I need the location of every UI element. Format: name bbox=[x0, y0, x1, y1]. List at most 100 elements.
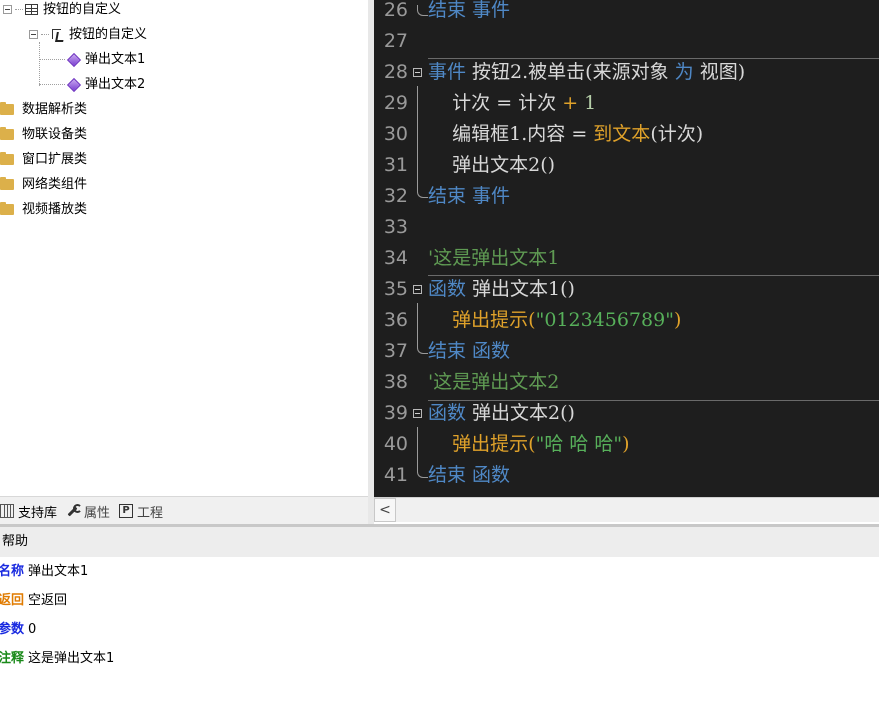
collapse-toggle-icon[interactable] bbox=[29, 30, 38, 39]
code-line[interactable]: 39 函数 弹出文本2() bbox=[374, 398, 879, 429]
tab-label: 工程 bbox=[137, 505, 164, 521]
project-icon: P bbox=[119, 504, 134, 518]
code-text: '这是弹出文本1 bbox=[428, 243, 559, 274]
help-pane: 帮助 名称 弹出文本1 返回 空返回 参数 0 注释 这是弹出文本1 bbox=[0, 524, 879, 725]
code-line[interactable]: 31 弹出文本2() bbox=[374, 150, 879, 181]
code-token: 弹出文本2() bbox=[428, 154, 556, 176]
line-number: 41 bbox=[383, 464, 408, 486]
line-number: 34 bbox=[383, 247, 408, 269]
support-library-tree: 按钮的自定义 按钮的自定义 弹出文本1 弹出文本2 数据解析类 物联设备类 窗口… bbox=[0, 0, 368, 496]
code-token: 结束 函数 bbox=[428, 464, 511, 486]
help-key: 名称 bbox=[0, 564, 25, 579]
code-token: 按钮2.被单击(来源对象 bbox=[472, 61, 675, 83]
code-token: 结束 事件 bbox=[428, 185, 511, 207]
tree-connector bbox=[39, 59, 65, 60]
code-line[interactable]: 35 函数 弹出文本1() bbox=[374, 274, 879, 305]
tree-leaf-popup-text-1[interactable]: 弹出文本1 bbox=[39, 47, 145, 72]
tree-connector bbox=[41, 34, 49, 35]
code-text: 弹出提示("0123456789") bbox=[428, 305, 681, 336]
folder-label: 网络类组件 bbox=[22, 177, 88, 192]
code-token: "哈 哈 哈" bbox=[535, 433, 623, 455]
code-token: + bbox=[562, 92, 579, 114]
tab-project[interactable]: P 工程 bbox=[119, 499, 172, 523]
tree-leaf-label: 弹出文本2 bbox=[85, 77, 146, 92]
code-line[interactable]: 27 bbox=[374, 26, 879, 57]
code-token: 事件 bbox=[428, 61, 473, 83]
scroll-left-button[interactable]: < bbox=[374, 498, 396, 522]
collapse-toggle-icon[interactable] bbox=[3, 5, 12, 14]
code-text: 函数 弹出文本1() bbox=[428, 274, 575, 305]
line-number: 26 bbox=[383, 0, 408, 21]
line-number: 40 bbox=[383, 433, 408, 455]
fold-toggle-icon[interactable] bbox=[413, 68, 422, 77]
line-number: 32 bbox=[383, 185, 408, 207]
code-line[interactable]: 34 '这是弹出文本1 bbox=[374, 243, 879, 274]
horizontal-scrollbar[interactable]: < bbox=[374, 497, 879, 522]
fold-toggle-icon[interactable] bbox=[413, 285, 422, 294]
help-row-params: 参数 0 bbox=[0, 615, 879, 644]
code-text: 事件 按钮2.被单击(来源对象 为 视图) bbox=[428, 57, 745, 88]
tree-node-root[interactable]: 按钮的自定义 bbox=[3, 0, 121, 22]
tree-folder-window-extensions[interactable]: 窗口扩展类 bbox=[0, 147, 87, 172]
folder-icon bbox=[0, 102, 14, 115]
code-line[interactable]: 41 结束 函数 bbox=[374, 460, 879, 491]
button-icon bbox=[51, 28, 64, 41]
help-value: 这是弹出文本1 bbox=[28, 651, 115, 666]
help-row-comment: 注释 这是弹出文本1 bbox=[0, 644, 879, 673]
tree-folder-iot-devices[interactable]: 物联设备类 bbox=[0, 122, 87, 147]
code-token: '这是弹出文本2 bbox=[428, 371, 560, 393]
code-token: 结束 函数 bbox=[428, 340, 511, 362]
tree-folder-network-components[interactable]: 网络类组件 bbox=[0, 172, 87, 197]
help-title: 帮助 bbox=[0, 527, 879, 557]
help-value: 空返回 bbox=[28, 593, 68, 608]
line-number: 39 bbox=[383, 402, 408, 424]
line-number: 35 bbox=[383, 278, 408, 300]
code-line[interactable]: 32 结束 事件 bbox=[374, 181, 879, 212]
code-text: 弹出提示("哈 哈 哈") bbox=[428, 429, 630, 460]
code-token: 到文本 bbox=[593, 123, 651, 145]
code-token: 结束 事件 bbox=[428, 0, 511, 21]
line-number: 38 bbox=[383, 371, 408, 393]
help-key: 返回 bbox=[0, 593, 25, 608]
code-token: 编辑框1.内容 = bbox=[428, 123, 594, 145]
code-token: 弹出提示( bbox=[428, 309, 536, 331]
code-line[interactable]: 38 '这是弹出文本2 bbox=[374, 367, 879, 398]
tab-support-library[interactable]: 支持库 bbox=[0, 499, 66, 523]
code-line[interactable]: 26 结束 事件 bbox=[374, 0, 879, 26]
code-token: 为 bbox=[674, 61, 694, 83]
code-line[interactable]: 37 结束 函数 bbox=[374, 336, 879, 367]
tree-node-label: 按钮的自定义 bbox=[43, 2, 122, 17]
code-line[interactable]: 33 bbox=[374, 212, 879, 243]
code-line[interactable]: 28 事件 按钮2.被单击(来源对象 为 视图) bbox=[374, 57, 879, 88]
code-text: '这是弹出文本2 bbox=[428, 367, 559, 398]
code-text: 结束 函数 bbox=[428, 336, 510, 367]
code-line[interactable]: 36 弹出提示("0123456789") bbox=[374, 305, 879, 336]
code-token: (计次) bbox=[650, 123, 704, 145]
tree-node-child[interactable]: 按钮的自定义 bbox=[29, 22, 147, 47]
code-token: "0123456789" bbox=[535, 309, 674, 331]
code-token: 函数 bbox=[428, 278, 473, 300]
code-line[interactable]: 30 编辑框1.内容 = 到文本(计次) bbox=[374, 119, 879, 150]
tree-folder-video-playback[interactable]: 视频播放类 bbox=[0, 197, 87, 222]
line-number: 33 bbox=[383, 216, 408, 238]
tab-label: 属性 bbox=[84, 505, 111, 521]
help-row-name: 名称 弹出文本1 bbox=[0, 557, 879, 586]
tree-folder-data-parsing[interactable]: 数据解析类 bbox=[0, 97, 87, 122]
code-token: 弹出提示( bbox=[428, 433, 536, 455]
code-token: ) bbox=[622, 433, 630, 455]
tree-leaf-popup-text-2[interactable]: 弹出文本2 bbox=[39, 72, 145, 97]
code-editor[interactable]: 26 结束 事件 27 28 事件 按钮2.被单击(来源对象 为 视图) 29 计次 = … bbox=[374, 0, 879, 497]
line-number: 31 bbox=[383, 154, 408, 176]
code-token: 弹出文本1() bbox=[472, 278, 575, 300]
library-icon bbox=[0, 504, 14, 518]
code-line[interactable]: 29 计次 = 计次 + 1 bbox=[374, 88, 879, 119]
code-token: 函数 bbox=[428, 402, 473, 424]
code-line[interactable]: 40 弹出提示("哈 哈 哈") bbox=[374, 429, 879, 460]
folder-label: 视频播放类 bbox=[22, 202, 88, 217]
code-token: 弹出文本2() bbox=[472, 402, 575, 424]
line-number: 36 bbox=[383, 309, 408, 331]
fold-toggle-icon[interactable] bbox=[413, 409, 422, 418]
folder-label: 物联设备类 bbox=[22, 127, 88, 142]
code-token: 计次 = 计次 bbox=[428, 92, 563, 114]
tab-properties[interactable]: 属性 bbox=[66, 499, 119, 523]
